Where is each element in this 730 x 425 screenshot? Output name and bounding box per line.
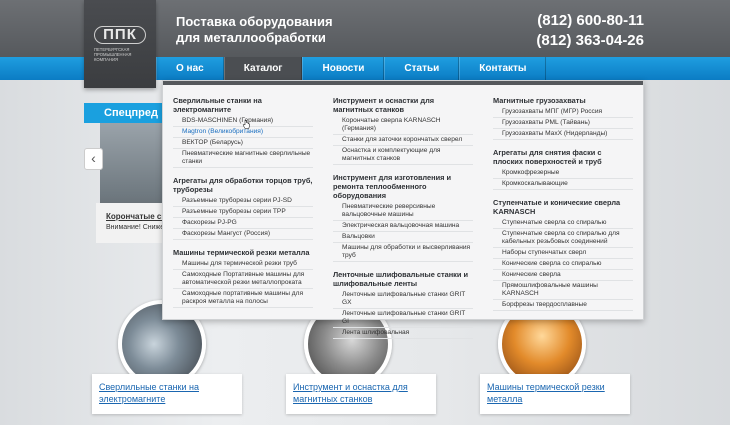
slider-prev-button[interactable]: ‹ <box>84 148 103 170</box>
site-tagline: Поставка оборудования для металлообработ… <box>176 14 333 46</box>
menu-item[interactable]: Вальцовки <box>333 232 473 243</box>
tagline-line-1: Поставка оборудования <box>176 14 333 29</box>
menu-group: Ленточные шлифовальные станки и шлифовал… <box>333 270 473 339</box>
dropdown-topbar <box>163 81 643 85</box>
nav-news[interactable]: Новости <box>302 57 385 80</box>
site-logo[interactable]: ППК Петербургская промышленная компания <box>84 0 156 88</box>
menu-item[interactable]: Грузозахваты PML (Тайвань) <box>493 118 633 129</box>
menu-item[interactable]: Борфрезы твердосплавные <box>493 300 633 311</box>
hero-caption-text: Внимание! Снижен <box>106 224 166 231</box>
menu-item[interactable]: Корончатые сверла KARNASCH (Германия) <box>333 116 473 135</box>
menu-group-title[interactable]: Магнитные грузозахваты <box>493 96 633 105</box>
menu-group-title[interactable]: Инструмент и оснастки для магнитных стан… <box>333 96 473 114</box>
dropdown-column-2: Инструмент и оснастки для магнитных стан… <box>333 96 473 347</box>
menu-group-title[interactable]: Ленточные шлифовальные станки и шлифовал… <box>333 270 473 288</box>
menu-item[interactable]: Прямошлифовальные машины KARNASCH <box>493 281 633 300</box>
hand-cursor-icon <box>242 120 250 129</box>
menu-item[interactable]: Наборы ступенчатых сверл <box>493 248 633 259</box>
menu-group-title[interactable]: Сверлильные станки на электромагните <box>173 96 313 114</box>
menu-item[interactable]: Пневматические магнитные сверлильные ста… <box>173 149 313 168</box>
menu-item[interactable]: Кромкоскалывающие <box>493 179 633 190</box>
menu-item[interactable]: Разъемные труборезы серии PJ-SD <box>173 196 313 207</box>
menu-item[interactable]: Фаскорезы PJ-PG <box>173 218 313 229</box>
nav-contacts[interactable]: Контакты <box>459 57 547 80</box>
logo-mark: ППК <box>94 26 146 44</box>
category-card-drilling[interactable]: Сверлильные станки на электромагните <box>92 374 242 414</box>
nav-articles[interactable]: Статьи <box>384 57 460 80</box>
hero-caption-title[interactable]: Корончатые све <box>106 212 166 221</box>
menu-group: Машины термической резки металла Машины … <box>173 248 313 308</box>
menu-group-title[interactable]: Инструмент для изготовления и ремонта те… <box>333 173 473 200</box>
menu-item[interactable]: Кромкофрезерные <box>493 168 633 179</box>
menu-item[interactable]: Электрическая вальцовочная машина <box>333 221 473 232</box>
menu-item[interactable]: Ленточные шлифовальные станки GRIT GX <box>333 290 473 309</box>
menu-item[interactable]: Оснастка и комплектующие для магнитных с… <box>333 146 473 165</box>
nav-about[interactable]: О нас <box>156 57 224 80</box>
category-card-tools[interactable]: Инструмент и оснастка для магнитных стан… <box>286 374 436 414</box>
menu-group-title[interactable]: Ступенчатые и конические сверла KARNASCH <box>493 198 633 216</box>
menu-item[interactable]: Конические сверла <box>493 270 633 281</box>
hero-caption: Корончатые све Внимание! Снижен <box>96 203 166 243</box>
menu-group-title[interactable]: Агрегаты для снятия фаски с плоских пове… <box>493 148 633 166</box>
menu-group: Ступенчатые и конические сверла KARNASCH… <box>493 198 633 311</box>
menu-item[interactable]: Грузозахваты MaxX (Нидерланды) <box>493 129 633 140</box>
menu-item[interactable]: Ступенчатые сверла со спиралью <box>493 218 633 229</box>
menu-item[interactable]: Грузозахваты МПГ (МГР) Россия <box>493 107 633 118</box>
category-card-label[interactable]: Сверлильные станки на электромагните <box>99 381 239 405</box>
menu-group: Сверлильные станки на электромагните BDS… <box>173 96 313 168</box>
menu-item[interactable]: Лента шлифовальная <box>333 328 473 339</box>
category-card-label[interactable]: Инструмент и оснастка для магнитных стан… <box>293 381 433 405</box>
category-card-cutting[interactable]: Машины термической резки металла <box>480 374 630 414</box>
menu-item[interactable]: Пневматические реверсивные вальцовочные … <box>333 202 473 221</box>
menu-item[interactable]: Фаскорезы Мангуст (Россия) <box>173 229 313 240</box>
menu-group: Инструмент и оснастки для магнитных стан… <box>333 96 473 165</box>
phone-2[interactable]: (812) 363-04-26 <box>536 31 644 51</box>
menu-group: Инструмент для изготовления и ремонта те… <box>333 173 473 262</box>
phone-1[interactable]: (812) 600-80-11 <box>536 11 644 31</box>
menu-group-title[interactable]: Агрегаты для обработки торцов труб, труб… <box>173 176 313 194</box>
catalog-dropdown: Сверлильные станки на электромагните BDS… <box>162 80 644 339</box>
tagline-line-2: для металлообработки <box>176 30 326 45</box>
nav-catalog[interactable]: Каталог <box>223 57 303 80</box>
menu-group: Магнитные грузозахваты Грузозахваты МПГ … <box>493 96 633 140</box>
menu-group-title[interactable]: Машины термической резки металла <box>173 248 313 257</box>
dropdown-column-3: Магнитные грузозахваты Грузозахваты МПГ … <box>493 96 633 319</box>
menu-item[interactable]: Машины для термической резки труб <box>173 259 313 270</box>
menu-item[interactable]: Самоходные портативные машины для раскро… <box>173 289 313 308</box>
category-card-label[interactable]: Машины термической резки металла <box>487 381 627 405</box>
menu-item[interactable]: ВЕКТОР (Беларусь) <box>173 138 313 149</box>
menu-item[interactable]: Самоходные Портативные машины для автома… <box>173 270 313 289</box>
menu-group: Агрегаты для обработки торцов труб, труб… <box>173 176 313 240</box>
menu-item[interactable]: Ступенчатые сверла со спиралью для кабел… <box>493 229 633 248</box>
phone-numbers: (812) 600-80-11 (812) 363-04-26 <box>536 11 644 51</box>
menu-item[interactable]: Разъемные труборезы серии TPP <box>173 207 313 218</box>
menu-item[interactable]: Конические сверла со спиралью <box>493 259 633 270</box>
logo-text: Петербургская промышленная компания <box>94 47 132 62</box>
menu-item[interactable]: Станки для заточки корончатых сверел <box>333 135 473 146</box>
menu-item[interactable]: Машины для обработки и высверливания тру… <box>333 243 473 262</box>
menu-group: Агрегаты для снятия фаски с плоских пове… <box>493 148 633 190</box>
menu-item[interactable]: Ленточные шлифовальные станки GRIT GI <box>333 309 473 328</box>
